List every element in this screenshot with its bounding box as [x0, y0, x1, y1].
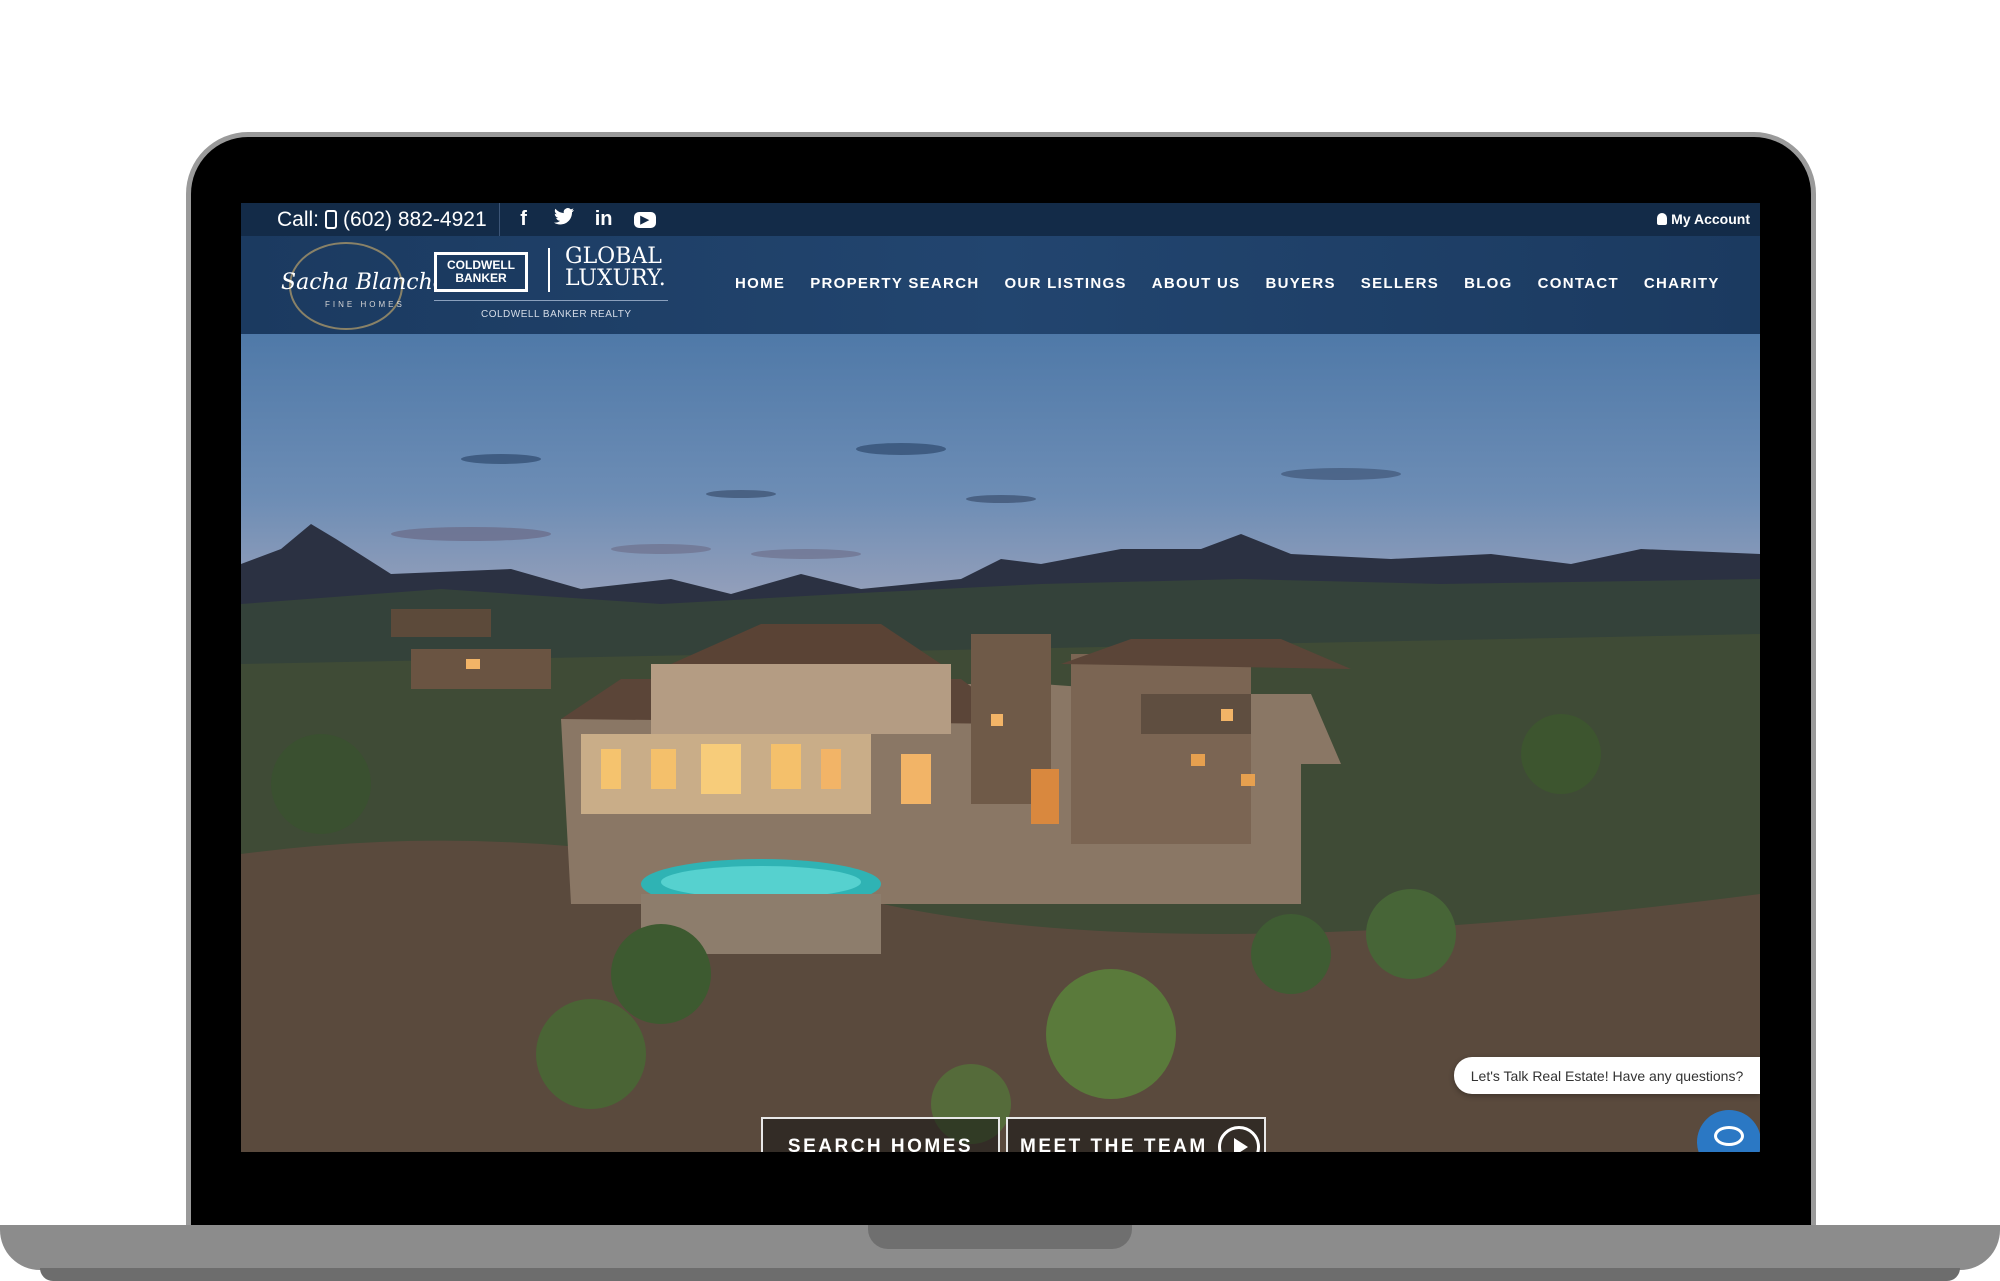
site-header: Sacha Blanchet FINE HOMES COLDWELL BANKE… — [241, 236, 1760, 334]
global-text: GLOBAL — [565, 244, 662, 269]
user-icon — [1657, 213, 1668, 225]
nav-about-us[interactable]: ABOUT US — [1152, 275, 1241, 292]
chat-icon — [1714, 1126, 1744, 1146]
youtube-icon[interactable]: ▶ — [633, 211, 656, 228]
phone-number: (602) 882-4921 — [343, 207, 487, 231]
laptop-notch — [868, 1225, 1132, 1249]
nav-sellers[interactable]: SELLERS — [1361, 275, 1439, 292]
facebook-icon[interactable]: f — [514, 208, 534, 231]
call-link[interactable]: Call: (602) 882-4921 — [277, 208, 487, 232]
search-homes-label: SEARCH HOMES — [787, 1136, 974, 1152]
top-bar: Call: (602) 882-4921 f in ▶ My Account — [241, 203, 1760, 236]
nav-home[interactable]: HOME — [735, 275, 785, 292]
nav-contact[interactable]: CONTACT — [1538, 275, 1619, 292]
logo-separator — [548, 248, 550, 292]
sacha-blanchet-logo[interactable]: Sacha Blanchet FINE HOMES — [281, 240, 455, 330]
logo-name: Sacha Blanchet — [281, 270, 455, 295]
cb-line2: BANKER — [455, 271, 507, 285]
global-luxury-logo: GLOBAL LUXURY. — [565, 246, 666, 290]
main-nav: HOME PROPERTY SEARCH OUR LISTINGS ABOUT … — [735, 275, 1720, 292]
call-label: Call: — [277, 207, 320, 231]
nav-charity[interactable]: CHARITY — [1644, 275, 1720, 292]
chat-prompt-text: Let's Talk Real Estate! Have any questio… — [1470, 1067, 1744, 1084]
coldwell-banker-logo: COLDWELL BANKER — [434, 252, 528, 292]
website-screen: Call: (602) 882-4921 f in ▶ My Account S… — [241, 203, 1760, 1152]
meet-the-team-label: MEET THE TEAM — [1020, 1136, 1208, 1152]
my-account-link[interactable]: My Account — [1657, 211, 1750, 227]
meet-the-team-button[interactable]: MEET THE TEAM — [1006, 1117, 1266, 1152]
phone-icon — [325, 210, 338, 229]
logo-underline — [434, 300, 668, 301]
nav-buyers[interactable]: BUYERS — [1265, 275, 1335, 292]
hero-image: SEARCH HOMES MEET THE TEAM — [241, 334, 1760, 1152]
search-homes-button[interactable]: SEARCH HOMES — [761, 1117, 1000, 1152]
nav-blog[interactable]: BLOG — [1464, 275, 1513, 292]
nav-property-search[interactable]: PROPERTY SEARCH — [810, 275, 979, 292]
logo-tag: FINE HOMES — [325, 300, 405, 309]
my-account-label: My Account — [1671, 211, 1750, 227]
hero-landscape — [241, 443, 1760, 1152]
divider — [498, 203, 500, 236]
linkedin-icon[interactable]: in — [594, 208, 614, 231]
twitter-icon[interactable] — [553, 208, 574, 231]
social-links: f in ▶ — [514, 208, 656, 231]
luxury-text: LUXURY. — [565, 266, 666, 291]
nav-our-listings[interactable]: OUR LISTINGS — [1004, 275, 1126, 292]
coldwell-banker-realty-text: COLDWELL BANKER REALTY — [481, 309, 632, 320]
laptop-base-shadow — [40, 1268, 1960, 1281]
play-icon — [1217, 1126, 1260, 1152]
chat-prompt[interactable]: Let's Talk Real Estate! Have any questio… — [1454, 1057, 1760, 1094]
